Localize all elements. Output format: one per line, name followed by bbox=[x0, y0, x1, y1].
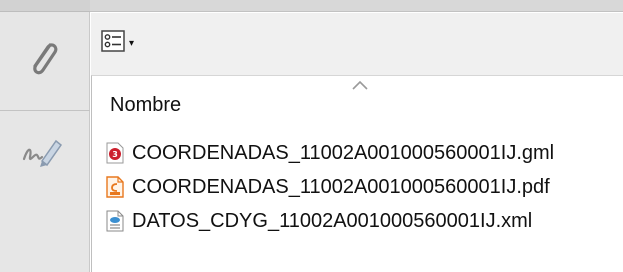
attachments-list: Nombre 3 COORDENADAS_11002A001000560001I… bbox=[91, 75, 623, 272]
attachments-button[interactable] bbox=[14, 30, 70, 86]
tools-rail bbox=[0, 0, 90, 272]
pdf-file-icon bbox=[106, 176, 124, 198]
sort-ascending-icon[interactable] bbox=[350, 78, 370, 90]
top-border-strip bbox=[90, 0, 623, 12]
file-name: COORDENADAS_11002A001000560001IJ.gml bbox=[132, 141, 555, 164]
list-item[interactable]: DATOS_CDYG_11002A001000560001IJ.xml bbox=[106, 208, 532, 234]
attachments-toolbar: ▾ bbox=[91, 13, 623, 75]
sign-button[interactable] bbox=[14, 126, 70, 182]
attachments-panel: ▾ Nombre 3 COORDENADAS_11002A00100056000… bbox=[91, 13, 623, 272]
column-header-name[interactable]: Nombre bbox=[110, 94, 181, 117]
xml-file-icon bbox=[106, 210, 124, 232]
rail-divider bbox=[0, 110, 90, 111]
gml-file-icon: 3 bbox=[106, 142, 124, 164]
list-item[interactable]: 3 COORDENADAS_11002A001000560001IJ.gml bbox=[106, 140, 554, 166]
file-name: COORDENADAS_11002A001000560001IJ.pdf bbox=[132, 175, 550, 198]
paperclip-icon bbox=[22, 31, 62, 86]
file-name: DATOS_CDYG_11002A001000560001IJ.xml bbox=[132, 209, 533, 232]
options-menu-button[interactable]: ▾ bbox=[97, 29, 145, 57]
sign-pen-icon bbox=[20, 135, 64, 174]
list-options-icon bbox=[101, 29, 125, 57]
list-item[interactable]: COORDENADAS_11002A001000560001IJ.pdf bbox=[106, 174, 550, 200]
rail-top-divider bbox=[0, 0, 90, 12]
chevron-down-icon: ▾ bbox=[129, 37, 135, 49]
svg-text:3: 3 bbox=[112, 150, 118, 159]
